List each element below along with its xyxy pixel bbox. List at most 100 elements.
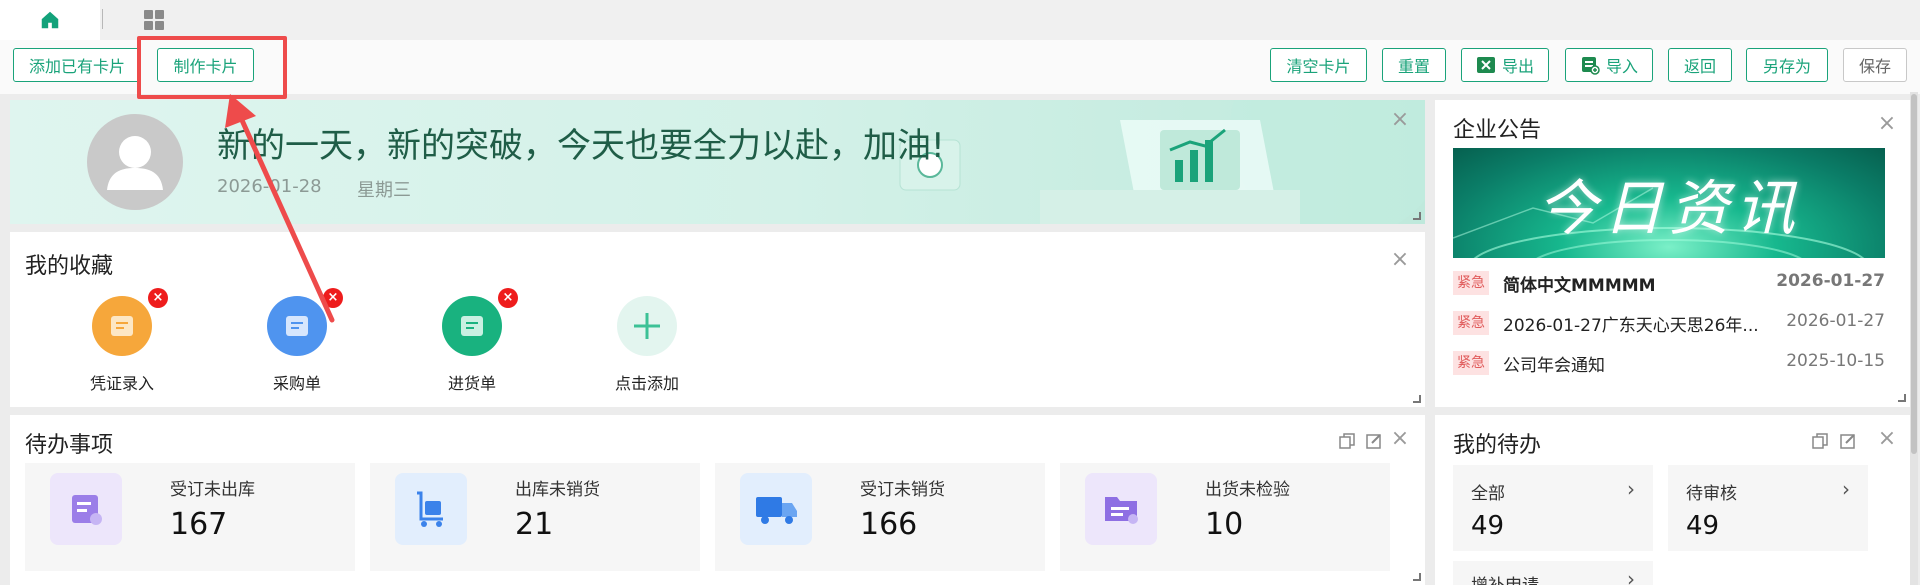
notice-item[interactable]: 紧急 公司年会通知 2025-10-15	[1453, 348, 1885, 378]
todo-count: 166	[860, 507, 918, 542]
notice-item-title: 2026-01-27广东天心天思26年...	[1503, 316, 1759, 336]
save-label: 保存	[1858, 57, 1891, 76]
todo-label: 受订未出库	[170, 480, 255, 500]
favorite-label: 凭证录入	[89, 374, 154, 393]
my-todo-tile-partial[interactable]: 增补申请 ›	[1453, 561, 1653, 585]
add-favorite-label: 点击添加	[614, 374, 679, 393]
my-todo-count: 49	[1686, 511, 1720, 541]
notice-item-title: 公司年会通知	[1503, 356, 1605, 376]
receiving-order-icon	[442, 296, 502, 356]
voucher-entry-icon	[92, 296, 152, 356]
tab-divider	[102, 9, 103, 29]
todo-card: 待办事项 × 受订未出库 167 出库未销货 21 受订未销货 166 出货未检…	[10, 415, 1425, 585]
company-notice-card: 企业公告 × 今日资讯 紧急 简体中文MMMMM 2026-01-27 紧急 2…	[1435, 100, 1911, 407]
remove-favorite-icon[interactable]: ×	[323, 288, 343, 308]
remove-favorite-icon[interactable]: ×	[148, 288, 168, 308]
resize-handle[interactable]	[1413, 212, 1421, 220]
notice-image-text: 今日资讯	[1537, 174, 1801, 244]
greeting-text: 新的一天，新的突破，今天也要全力以赴，加油!	[217, 126, 945, 166]
todo-label: 受订未销货	[860, 480, 945, 500]
my-todo-label: 全部	[1471, 484, 1505, 504]
todo-count: 167	[170, 507, 228, 542]
current-weekday: 星期三	[357, 180, 411, 201]
todo-count: 21	[515, 507, 554, 542]
favorite-item[interactable]: × 进货单	[412, 288, 532, 396]
tab-home[interactable]	[0, 0, 100, 40]
todo-tile[interactable]: 出货未检验 10	[1060, 463, 1390, 571]
remove-favorite-icon[interactable]: ×	[498, 288, 518, 308]
notice-banner-image[interactable]: 今日资讯	[1453, 148, 1885, 258]
notice-item[interactable]: 紧急 简体中文MMMMM 2026-01-27	[1453, 268, 1885, 298]
close-icon[interactable]: ×	[1390, 428, 1410, 450]
scrollbar-thumb[interactable]	[1911, 94, 1917, 454]
close-icon[interactable]: ×	[1390, 109, 1410, 131]
close-icon[interactable]: ×	[1877, 113, 1897, 135]
notice-item-date: 2026-01-27	[1776, 271, 1885, 291]
add-favorite-item[interactable]: 点击添加	[587, 296, 707, 396]
my-todo-tile-pending[interactable]: 待审核 › 49	[1668, 465, 1868, 551]
save-button[interactable]: 保存	[1843, 48, 1907, 82]
favorite-item[interactable]: × 凭证录入	[62, 288, 182, 396]
import-button[interactable]: 导入	[1565, 48, 1653, 82]
favorite-label: 采购单	[272, 374, 321, 393]
export-button[interactable]: 导出	[1461, 48, 1549, 82]
back-label: 返回	[1683, 57, 1716, 76]
clear-cards-label: 清空卡片	[1286, 57, 1351, 76]
favorite-label: 进货单	[447, 374, 496, 393]
add-existing-card-button[interactable]: 添加已有卡片	[13, 48, 141, 82]
todo-title: 待办事项	[25, 433, 114, 458]
make-card-label: 制作卡片	[173, 57, 238, 76]
my-todo-title: 我的待办	[1453, 433, 1542, 458]
edit-icon[interactable]	[1365, 432, 1383, 450]
notice-item[interactable]: 紧急 2026-01-27广东天心天思26年... 2026-01-27	[1453, 308, 1885, 338]
chevron-right-icon: ›	[1842, 477, 1850, 501]
resize-handle[interactable]	[1413, 395, 1421, 403]
copy-icon[interactable]	[1338, 432, 1356, 450]
my-todo-card: 我的待办 × 全部 › 49 待审核 › 49 增补申请 ›	[1435, 415, 1911, 585]
notice-item-date: 2026-01-27	[1786, 311, 1885, 331]
my-todo-tile-all[interactable]: 全部 › 49	[1453, 465, 1653, 551]
folder-check-icon	[1085, 473, 1157, 545]
back-button[interactable]: 返回	[1668, 48, 1732, 82]
delivery-truck-icon	[740, 473, 812, 545]
greeting-banner: 新的一天，新的突破，今天也要全力以赴，加油! 2026-01-28 星期三 ×	[10, 100, 1425, 224]
favorites-card: 我的收藏 × × 凭证录入 × 采购单 × 进货单 点击添加	[10, 232, 1425, 407]
my-todo-count: 49	[1471, 511, 1505, 541]
save-as-label: 另存为	[1762, 57, 1811, 76]
grid-icon	[144, 10, 164, 30]
notice-title: 企业公告	[1453, 118, 1542, 143]
make-card-button[interactable]: 制作卡片	[157, 48, 254, 82]
todo-tile[interactable]: 受订未销货 166	[715, 463, 1045, 571]
urgent-badge: 紧急	[1453, 311, 1489, 335]
my-todo-label: 增补申请	[1471, 571, 1539, 585]
close-icon[interactable]: ×	[1877, 428, 1897, 450]
cart-chart-icon	[395, 473, 467, 545]
reset-button[interactable]: 重置	[1382, 48, 1446, 82]
favorite-item[interactable]: × 采购单	[237, 288, 357, 396]
purchase-order-icon	[267, 296, 327, 356]
import-sheet-icon	[1581, 57, 1600, 75]
clear-cards-button[interactable]: 清空卡片	[1270, 48, 1367, 82]
avatar[interactable]	[87, 114, 183, 210]
chevron-right-icon: ›	[1627, 477, 1635, 501]
excel-icon	[1476, 57, 1495, 73]
toolbar: 添加已有卡片 制作卡片 清空卡片 重置 导出 导入 返回 另存为 保存	[0, 40, 1920, 94]
resize-handle[interactable]	[1413, 573, 1421, 581]
save-as-button[interactable]: 另存为	[1746, 48, 1828, 82]
todo-tile[interactable]: 出库未销货 21	[370, 463, 700, 571]
tab-apps[interactable]	[140, 6, 168, 34]
tab-bar	[0, 0, 1920, 40]
chevron-right-icon: ›	[1627, 567, 1635, 585]
favorites-title: 我的收藏	[25, 254, 114, 279]
copy-icon[interactable]	[1811, 432, 1829, 450]
import-label: 导入	[1605, 57, 1638, 76]
close-icon[interactable]: ×	[1390, 249, 1410, 271]
todo-tile[interactable]: 受订未出库 167	[25, 463, 355, 571]
todo-label: 出货未检验	[1205, 480, 1290, 500]
user-avatar-icon	[107, 136, 163, 190]
reset-label: 重置	[1397, 57, 1430, 76]
my-todo-label: 待审核	[1686, 484, 1737, 504]
current-date: 2026-01-28	[217, 176, 322, 197]
edit-icon[interactable]	[1839, 432, 1857, 450]
resize-handle[interactable]	[1898, 394, 1906, 402]
